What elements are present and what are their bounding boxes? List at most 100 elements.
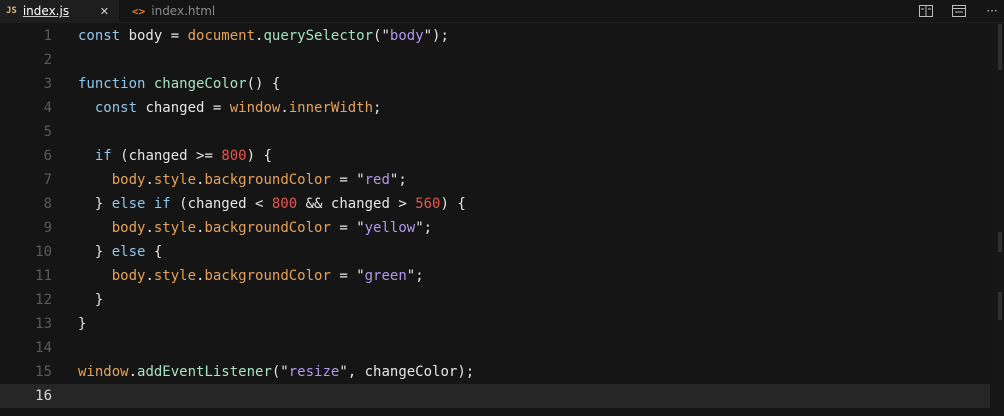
code-line[interactable]: 11 body.style.backgroundColor = "green"; (0, 264, 990, 288)
code-token: . (145, 220, 154, 236)
code-token: && changed > (297, 196, 416, 212)
code-token: ", (339, 364, 365, 380)
code-token: "; (389, 172, 407, 188)
code-content: window.addEventListener("resize", change… (78, 360, 474, 384)
code-content: body.style.backgroundColor = "yellow"; (78, 216, 432, 240)
code-token: window (229, 100, 281, 116)
line-number: 9 (43, 220, 52, 236)
tab-bar: JS index.js ✕ <> index.html ··· (0, 0, 1004, 23)
code-token: backgroundColor (204, 268, 331, 284)
code-token: (" (271, 364, 289, 380)
code-token: innerWidth (288, 100, 374, 116)
code-line[interactable]: 1 const body = document.querySelector("bo… (0, 24, 990, 48)
code-token: = " (330, 220, 365, 236)
code-content: body.style.backgroundColor = "red"; (78, 168, 407, 192)
code-token: (" (373, 28, 390, 44)
code-token: red (364, 172, 390, 188)
code-token: function (78, 76, 154, 92)
line-number: 12 (35, 292, 52, 308)
code-token: . (145, 268, 154, 284)
code-token: "; (406, 268, 424, 284)
code-token: } (78, 196, 112, 212)
code-token: body (389, 28, 424, 44)
javascript-file-icon: JS (6, 6, 17, 16)
code-line[interactable]: 9 body.style.backgroundColor = "yellow"; (0, 216, 990, 240)
editor-scrollbar[interactable] (990, 24, 1004, 416)
line-number: 1 (43, 28, 52, 44)
code-token: body (111, 268, 146, 284)
close-icon[interactable]: ✕ (100, 5, 109, 18)
code-token: changed (145, 100, 213, 116)
code-token: green (364, 268, 407, 284)
html-file-icon: <> (132, 4, 146, 18)
code-token: 800 (221, 148, 247, 164)
code-token: () { (246, 76, 281, 92)
code-token: backgroundColor (204, 172, 331, 188)
code-line[interactable]: 15 window.addEventListener("resize", chan… (0, 360, 990, 384)
code-content: } (78, 288, 103, 312)
code-token: document (187, 28, 256, 44)
line-number: 5 (43, 124, 52, 140)
code-token: ) { (246, 148, 272, 164)
code-token: 560 (415, 196, 441, 212)
code-token: } (78, 244, 112, 260)
code-token: 800 (271, 196, 298, 212)
code-token: changeColor (153, 76, 247, 92)
editor-toolbar: ··· (918, 0, 1004, 22)
code-line[interactable]: 8 } else if (changed < 800 && changed > … (0, 192, 990, 216)
line-number: 6 (43, 148, 52, 164)
code-token: (changed >= (120, 148, 222, 164)
code-line[interactable]: 16 (0, 384, 990, 408)
code-token: changeColor (364, 364, 458, 380)
scrollbar-marker (998, 232, 1002, 252)
code-token: if (94, 148, 121, 164)
split-editor-icon[interactable] (918, 5, 934, 17)
code-line[interactable]: 2 (0, 48, 990, 72)
scrollbar-marker (998, 292, 1002, 320)
layout-icon[interactable] (951, 5, 967, 17)
code-token: resize (288, 364, 340, 380)
code-line[interactable]: 6 if (changed >= 800) { (0, 144, 990, 168)
code-content: if (changed >= 800) { (78, 144, 272, 168)
code-token: style (153, 172, 197, 188)
code-line[interactable]: 3 function changeColor() { (0, 72, 990, 96)
more-actions-icon[interactable]: ··· (984, 4, 1000, 18)
code-content: } else { (78, 240, 162, 264)
code-line[interactable]: 7 body.style.backgroundColor = "red"; (0, 168, 990, 192)
code-token: = " (330, 172, 365, 188)
tab-index-js[interactable]: JS index.js ✕ (0, 0, 120, 22)
code-token: querySelector (263, 28, 374, 44)
code-token: = (170, 28, 188, 44)
code-token: const (94, 100, 146, 116)
code-token: body (111, 172, 146, 188)
scrollbar-thumb[interactable] (998, 24, 1002, 70)
code-line[interactable]: 12 } (0, 288, 990, 312)
line-number: 15 (35, 364, 52, 380)
code-token: yellow (364, 220, 416, 236)
code-content: function changeColor() { (78, 72, 280, 96)
code-line[interactable]: 5 (0, 120, 990, 144)
line-number: 7 (43, 172, 52, 188)
code-line[interactable]: 4 const changed = window.innerWidth; (0, 96, 990, 120)
line-number: 8 (43, 196, 52, 212)
line-number: 16 (35, 388, 52, 404)
code-token: ) { (440, 196, 466, 212)
tab-index-html[interactable]: <> index.html (120, 0, 240, 22)
code-line[interactable]: 14 (0, 336, 990, 360)
code-token: ; (373, 100, 382, 116)
code-token: style (153, 268, 197, 284)
code-line[interactable]: 13} (0, 312, 990, 336)
code-token: } (78, 292, 104, 308)
line-number: 10 (35, 244, 52, 260)
line-number: 13 (35, 316, 52, 332)
code-token: = (212, 100, 230, 116)
line-number: 14 (35, 340, 52, 356)
code-token: else (111, 244, 154, 260)
code-line[interactable]: 10 } else { (0, 240, 990, 264)
code-editor[interactable]: 1 const body = document.querySelector("bo… (0, 24, 1004, 416)
line-number: 4 (43, 100, 52, 116)
code-token: = " (330, 268, 365, 284)
